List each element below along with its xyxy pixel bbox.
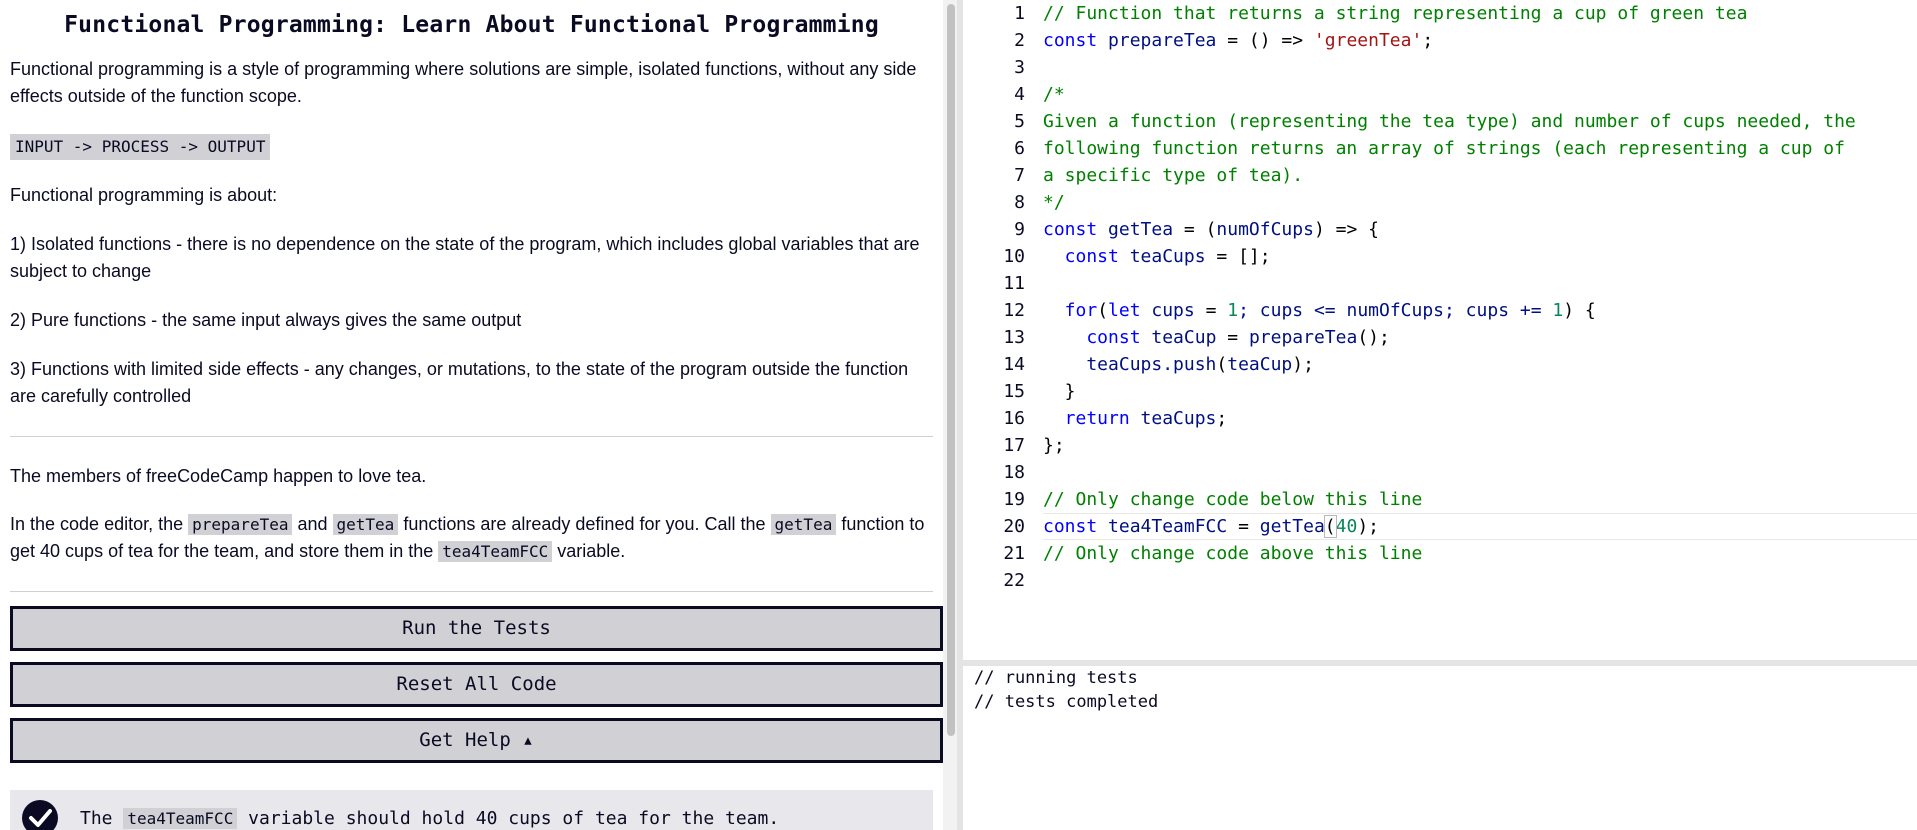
line-number: 7: [1014, 165, 1025, 186]
line-number: 15: [1003, 381, 1025, 402]
code-line-9[interactable]: const getTea = (numOfCups) => {: [1043, 216, 1917, 243]
line-number: 14: [1003, 354, 1025, 375]
line-number: 12: [1003, 300, 1025, 321]
code-line-16[interactable]: return teaCups;: [1043, 405, 1917, 432]
line-number: 17: [1003, 435, 1025, 456]
code-line-20-current[interactable]: const tea4TeamFCC = getTea(40);: [1043, 513, 1917, 540]
code-getTea: getTea: [332, 514, 399, 535]
point-limited-side-effects: 3) Functions with limited side effects -…: [10, 359, 909, 406]
line-number: 13: [1003, 327, 1025, 348]
code-line-13[interactable]: const teaCup = prepareTea();: [1043, 324, 1917, 351]
members-text: The members of freeCodeCamp happen to lo…: [10, 466, 427, 486]
code-line-12[interactable]: for(let cups = 1; cups <= numOfCups; cup…: [1043, 297, 1917, 324]
line-number: 22: [1003, 570, 1025, 591]
divider: [10, 436, 933, 437]
flow-code-block: INPUT -> PROCESS -> OUTPUT: [10, 134, 271, 160]
line-number: 3: [1014, 57, 1025, 78]
reset-code-button[interactable]: Reset All Code: [10, 662, 943, 707]
line-number: 4: [1014, 84, 1025, 105]
code-line-19[interactable]: // Only change code below this line: [1043, 486, 1917, 513]
code-line-10[interactable]: const teaCups = [];: [1043, 243, 1917, 270]
console-line: // tests completed: [974, 692, 1159, 712]
line-number: 11: [1003, 273, 1025, 294]
line-number: 6: [1014, 138, 1025, 159]
scrollbar-thumb[interactable]: [947, 4, 955, 736]
line-number: 18: [1003, 462, 1025, 483]
code-line-7[interactable]: a specific type of tea).: [1043, 162, 1917, 189]
point-pure-functions: 2) Pure functions - the same input alway…: [10, 310, 522, 330]
code-tea4TeamFCC: tea4TeamFCC: [123, 808, 238, 829]
code-line-5[interactable]: Given a function (representing the tea t…: [1043, 108, 1917, 135]
line-number: 10: [1003, 246, 1025, 267]
code-line-1[interactable]: // Function that returns a string repres…: [1043, 0, 1917, 27]
code-line-8[interactable]: */: [1043, 189, 1917, 216]
code-line-17[interactable]: };: [1043, 432, 1917, 459]
code-line-22[interactable]: [1043, 567, 1917, 594]
check-circle-icon: [22, 800, 58, 830]
intro-text: Functional programming is a style of pro…: [10, 59, 917, 106]
line-number: 21: [1003, 543, 1025, 564]
test-result-item: The tea4TeamFCC variable should hold 40 …: [10, 790, 933, 830]
get-help-button[interactable]: Get Help ▴: [10, 718, 943, 763]
line-number: 9: [1014, 219, 1025, 240]
line-number-gutter: 1 2 3 4 5 6 7 8 9 10 11 12 13 14 15 16 17 18 19 20 21 22: [963, 0, 1025, 594]
point-isolated-functions: 1) Isolated functions - there is no depe…: [10, 234, 920, 281]
code-getTea-2: getTea: [770, 514, 837, 535]
instructions-text: In the code editor, the prepareTea and g…: [10, 514, 925, 562]
line-number: 19: [1003, 489, 1025, 510]
challenge-title: Functional Programming: Learn About Func…: [64, 12, 879, 38]
code-line-18[interactable]: [1043, 459, 1917, 486]
line-number: 2: [1014, 30, 1025, 51]
code-lines[interactable]: // Function that returns a string repres…: [1043, 0, 1917, 594]
code-tea4TeamFCC: tea4TeamFCC: [438, 541, 553, 562]
line-number: 16: [1003, 408, 1025, 429]
code-line-3[interactable]: [1043, 54, 1917, 81]
line-number: 1: [1014, 3, 1025, 24]
line-number: 20: [1003, 516, 1025, 537]
code-prepareTea: prepareTea: [188, 514, 293, 535]
output-console: // running tests // tests completed: [963, 666, 1917, 830]
code-line-11[interactable]: [1043, 270, 1917, 297]
test-description: The tea4TeamFCC variable should hold 40 …: [80, 808, 780, 829]
divider: [10, 591, 933, 592]
code-line-15[interactable]: }: [1043, 378, 1917, 405]
console-line: // running tests: [974, 668, 1138, 688]
code-line-14[interactable]: teaCups.push(teaCup);: [1043, 351, 1917, 378]
about-heading: Functional programming is about:: [10, 185, 278, 205]
code-line-21[interactable]: // Only change code above this line: [1043, 540, 1917, 567]
run-tests-button[interactable]: Run the Tests: [10, 606, 943, 651]
code-line-2[interactable]: const prepareTea = () => 'greenTea';: [1043, 27, 1917, 54]
code-editor[interactable]: 1 2 3 4 5 6 7 8 9 10 11 12 13 14 15 16 17 18 19 20 21 22 // F…: [963, 0, 1917, 660]
line-number: 5: [1014, 111, 1025, 132]
line-number: 8: [1014, 192, 1025, 213]
code-line-4[interactable]: /*: [1043, 81, 1917, 108]
code-line-6[interactable]: following function returns an array of s…: [1043, 135, 1917, 162]
instructions-panel: Functional Programming: Learn About Func…: [0, 0, 943, 830]
